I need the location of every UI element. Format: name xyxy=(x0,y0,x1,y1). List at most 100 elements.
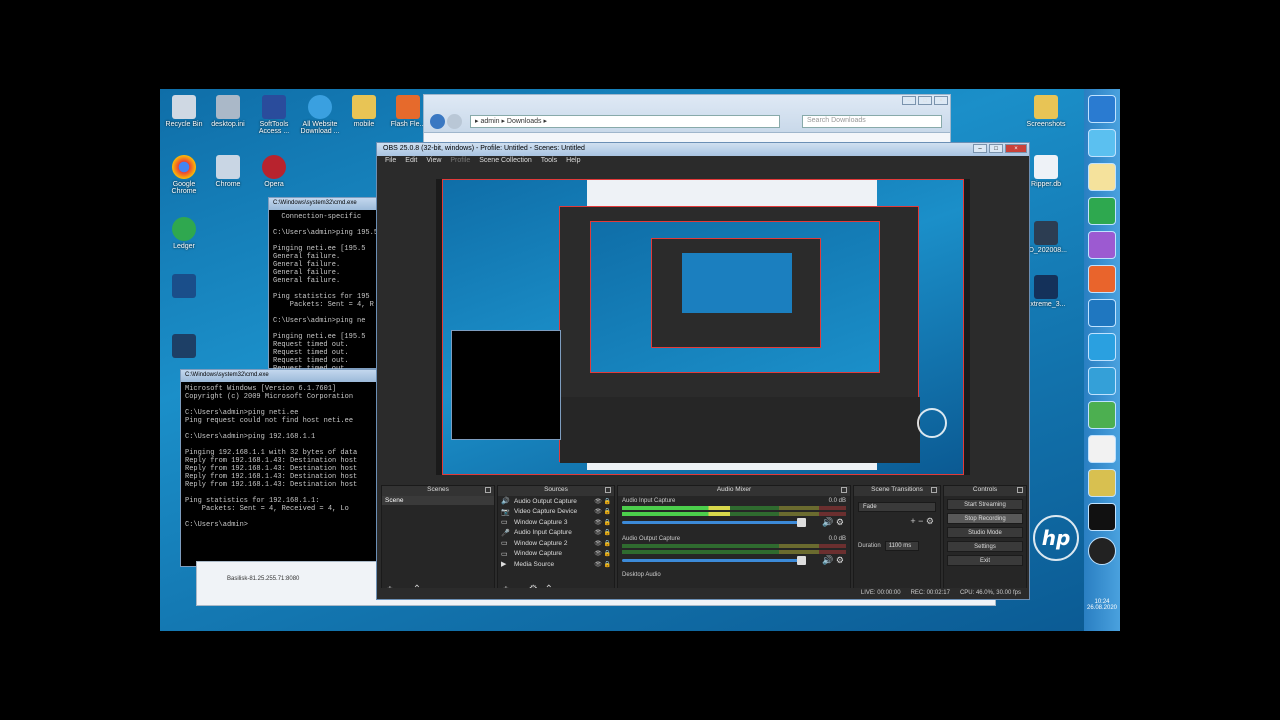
stop-recording-button[interactable]: Stop Recording xyxy=(947,513,1023,524)
window-controls: – □ × xyxy=(973,144,1027,153)
ie-icon[interactable] xyxy=(1088,95,1116,123)
desktop-icon-chrome-2[interactable]: Chrome xyxy=(204,155,252,188)
studio-mode-button[interactable]: Studio Mode xyxy=(947,527,1023,538)
app-icon[interactable] xyxy=(1088,367,1116,395)
close-button[interactable]: × xyxy=(934,96,948,105)
volume-slider[interactable] xyxy=(622,556,806,565)
desktop-icon-ledger[interactable]: Ledger xyxy=(160,217,208,250)
terminal-icon[interactable] xyxy=(1088,503,1116,531)
app-icon[interactable] xyxy=(1088,197,1116,225)
menu-profile[interactable]: Profile xyxy=(450,157,470,166)
menu-scene-collection[interactable]: Scene Collection xyxy=(479,157,532,166)
start-streaming-button[interactable]: Start Streaming xyxy=(947,499,1023,510)
address-bar[interactable]: ▸ admin ▸ Downloads ▸ xyxy=(470,115,780,128)
desktop-icon-softtools[interactable]: SoftTools Access ... xyxy=(250,95,298,135)
desktop-icon-screenshots[interactable]: Screenshots xyxy=(1022,95,1070,128)
source-item[interactable]: ▶ Media Source 👁 🔒 xyxy=(498,559,614,570)
app-icon[interactable] xyxy=(1088,299,1116,327)
visibility-lock-icons[interactable]: 👁 🔒 xyxy=(594,508,611,515)
mixer-channel-name: Audio Output Capture xyxy=(622,536,681,542)
nested-docks xyxy=(560,397,920,463)
sources-dock: Sources 🔊 Audio Output Capture 👁 🔒 📷 Video C… xyxy=(497,485,615,597)
mute-gear-icons[interactable]: 🔊 ⚙ xyxy=(822,555,844,566)
mixer-header: Audio Mixer xyxy=(618,486,850,496)
source-label: Audio Output Capture xyxy=(514,497,577,505)
back-icon[interactable] xyxy=(430,114,445,129)
minimize-button[interactable]: – xyxy=(973,144,987,153)
desktop-icon-desktop-ini[interactable]: desktop.ini xyxy=(204,95,252,128)
duration-row: Duration 1100 ms xyxy=(858,541,936,551)
settings-button[interactable]: Settings xyxy=(947,541,1023,552)
visibility-lock-icons[interactable]: 👁 🔒 xyxy=(594,519,611,526)
obs-window-title: OBS 25.0.8 (32-bit, windows) - Profile: … xyxy=(383,145,585,152)
source-item[interactable]: 🔊 Audio Output Capture 👁 🔒 xyxy=(498,496,614,507)
obs-icon[interactable] xyxy=(1088,537,1116,565)
ledger-icon xyxy=(172,217,196,241)
app-icon[interactable] xyxy=(1088,469,1116,497)
source-item[interactable]: 📷 Video Capture Device 👁 🔒 xyxy=(498,507,614,518)
source-item[interactable]: ▭ Window Capture 3 👁 🔒 xyxy=(498,517,614,528)
visibility-lock-icons[interactable]: 👁 🔒 xyxy=(594,561,611,568)
volume-slider[interactable] xyxy=(622,518,806,527)
desktop-icon-chrome[interactable]: Google Chrome xyxy=(160,155,208,195)
obs-preview[interactable] xyxy=(436,179,970,475)
popout-icon[interactable] xyxy=(931,487,937,493)
exit-button[interactable]: Exit xyxy=(947,555,1023,566)
desktop-icon-recycle-bin[interactable]: Recycle Bin xyxy=(160,95,208,128)
close-button[interactable]: × xyxy=(1005,144,1027,153)
visibility-lock-icons[interactable]: 👁 🔒 xyxy=(594,529,611,536)
desktop-icon-website-download[interactable]: All Website Download ... xyxy=(296,95,344,135)
forward-icon[interactable] xyxy=(447,114,462,129)
obs-menubar: File Edit View Profile Scene Collection … xyxy=(377,156,1029,167)
transition-select[interactable]: Fade xyxy=(858,502,936,512)
volume-meter xyxy=(622,550,846,554)
scenes-header: Scenes xyxy=(382,486,494,496)
mute-gear-icons[interactable]: 🔊 ⚙ xyxy=(822,517,844,528)
folder-icon[interactable] xyxy=(1088,163,1116,191)
source-label: Media Source xyxy=(514,560,555,568)
desktop-icon-mobile[interactable]: mobile xyxy=(340,95,388,128)
add-transition-button[interactable]: + xyxy=(910,516,915,526)
popout-icon[interactable] xyxy=(485,487,491,493)
source-item[interactable]: 🎤 Audio Input Capture 👁 🔒 xyxy=(498,528,614,539)
mixer-channel: Audio Output Capture 0.0 dB 🔊 ⚙ xyxy=(618,534,850,572)
app-icon[interactable] xyxy=(1088,435,1116,463)
maximize-button[interactable]: □ xyxy=(989,144,1003,153)
visibility-lock-icons[interactable]: 👁 🔒 xyxy=(594,540,611,547)
firefox-icon[interactable] xyxy=(1088,265,1116,293)
popout-icon[interactable] xyxy=(841,487,847,493)
popout-icon[interactable] xyxy=(605,487,611,493)
gear-icon[interactable]: ⚙ xyxy=(926,516,934,526)
menu-view[interactable]: View xyxy=(426,157,441,166)
remove-transition-button[interactable]: − xyxy=(918,516,923,526)
skype-icon[interactable] xyxy=(1088,333,1116,361)
source-item[interactable]: ▭ Window Capture 👁 🔒 xyxy=(498,549,614,560)
menu-tools[interactable]: Tools xyxy=(541,157,557,166)
ie-icon-2[interactable] xyxy=(1088,129,1116,157)
source-item[interactable]: ▭ Window Capture 2 👁 🔒 xyxy=(498,538,614,549)
desktop-icon-obs[interactable] xyxy=(160,334,208,360)
scene-transitions-dock: Scene Transitions Fade + − ⚙ Duration 11… xyxy=(853,485,941,597)
cmd-window-title: C:\Windows\system32\cmd.exe xyxy=(269,198,379,210)
search-input[interactable]: Search Downloads xyxy=(802,115,942,128)
volume-slider-handle[interactable] xyxy=(797,518,806,527)
scene-item[interactable]: Scene xyxy=(382,496,494,505)
desktop-icon-opera[interactable]: Opera xyxy=(250,155,298,188)
desktop-icon-app[interactable] xyxy=(160,274,208,300)
minimize-button[interactable]: – xyxy=(902,96,916,105)
menu-file[interactable]: File xyxy=(385,157,396,166)
nested-cmd xyxy=(451,330,561,440)
visibility-lock-icons[interactable]: 👁 🔒 xyxy=(594,498,611,505)
app-icon[interactable] xyxy=(1088,231,1116,259)
duration-input[interactable]: 1100 ms xyxy=(884,541,919,551)
maximize-button[interactable]: □ xyxy=(918,96,932,105)
visibility-lock-icons[interactable]: 👁 🔒 xyxy=(594,550,611,557)
volume-slider-handle[interactable] xyxy=(797,556,806,565)
app-icon[interactable] xyxy=(1088,401,1116,429)
obs-icon xyxy=(172,334,196,358)
menu-help[interactable]: Help xyxy=(566,157,580,166)
popout-icon[interactable] xyxy=(1017,487,1023,493)
chrome-icon xyxy=(172,155,196,179)
menu-edit[interactable]: Edit xyxy=(405,157,417,166)
taskbar-clock[interactable]: 10:24 26.08.2020 xyxy=(1084,599,1120,611)
